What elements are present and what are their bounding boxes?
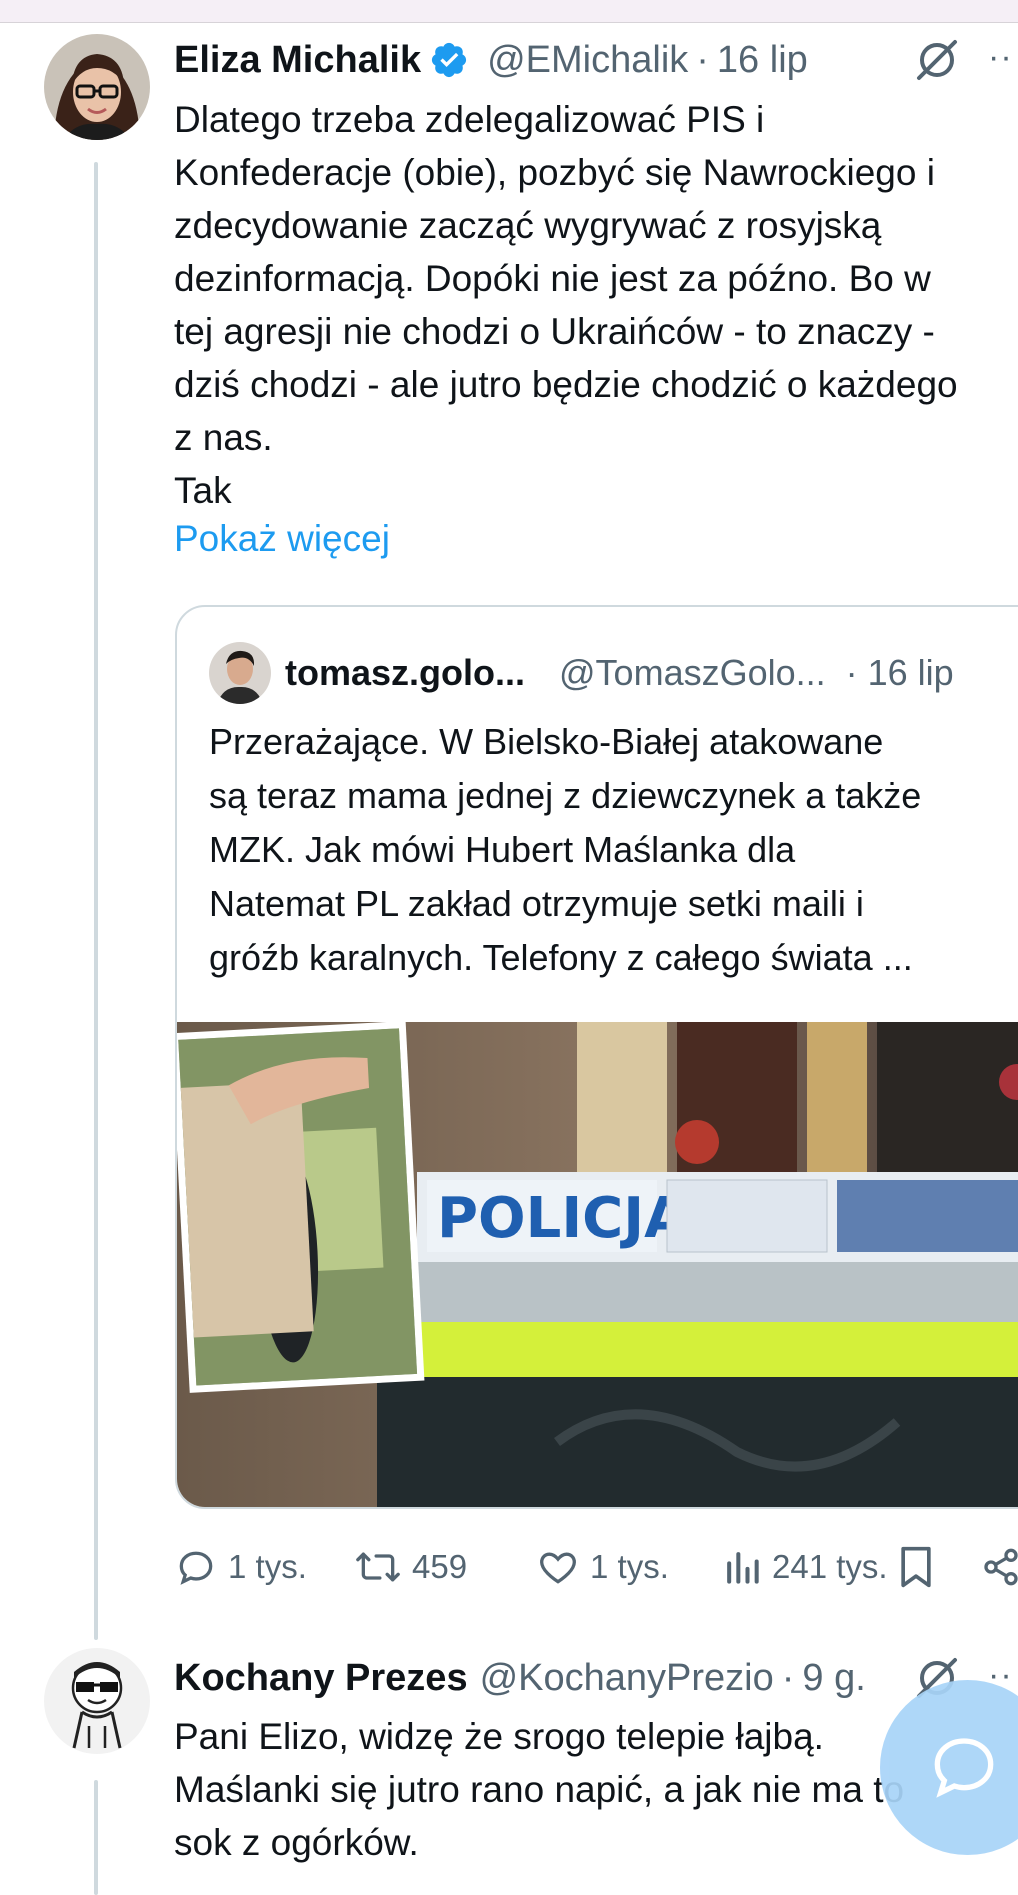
top-divider — [0, 0, 1018, 23]
reply-icon — [179, 1551, 213, 1585]
retweet-button[interactable]: 459 — [354, 1535, 467, 1599]
quoted-tweet-header: tomasz.golo... @TomaszGolo... · 16 lip — [209, 639, 954, 707]
like-count: 1 tys. — [590, 1548, 669, 1585]
tweet-text: Dlatego trzeba zdelegalizować PIS i Konf… — [174, 99, 958, 511]
reply-tweet-header: Kochany Prezes @KochanyPrezio · 9 g. — [174, 1648, 866, 1708]
grok-icon[interactable] — [913, 36, 961, 84]
thread-connector-line — [94, 162, 98, 1640]
thread-connector-line-lower — [94, 1780, 98, 1895]
tweet-timestamp[interactable]: 16 lip — [717, 39, 808, 82]
like-button[interactable]: 1 tys. — [536, 1535, 669, 1599]
verified-badge-icon — [432, 42, 467, 78]
more-options-icon[interactable]: ·· — [988, 38, 1013, 77]
tweet-actions-bar: 1 tys. 459 1 tys. 241 tys. — [174, 1535, 1018, 1599]
reply-count: 1 tys. — [228, 1548, 307, 1585]
show-more-link[interactable]: Pokaż więcej — [174, 518, 390, 560]
reply-author-name[interactable]: Kochany Prezes — [174, 1657, 468, 1700]
reply-timestamp[interactable]: 9 g. — [802, 1657, 865, 1700]
quoted-author-avatar[interactable] — [209, 642, 271, 704]
views-button[interactable]: 241 tys. — [722, 1535, 888, 1599]
chat-bubble-icon — [934, 1738, 994, 1798]
quoted-author-name[interactable]: tomasz.golo... — [285, 652, 525, 694]
tweet-header: Eliza Michalik @EMichalik · 16 lip — [174, 30, 808, 90]
author-handle[interactable]: @EMichalik — [487, 39, 688, 82]
heart-icon — [540, 1552, 576, 1584]
quoted-tweet-text: Przerażające. W Bielsko-Białej atakowane… — [209, 721, 922, 978]
author-name[interactable]: Eliza Michalik — [174, 39, 421, 82]
police-sign-text: POLICJA — [437, 1186, 688, 1251]
views-count: 241 tys. — [772, 1548, 888, 1585]
quoted-tweet-card[interactable]: tomasz.golo... @TomaszGolo... · 16 lip P… — [175, 605, 1018, 1509]
bookmark-icon[interactable] — [896, 1545, 936, 1589]
quoted-author-handle[interactable]: @TomaszGolo... — [559, 652, 826, 694]
share-icon[interactable] — [984, 1547, 1018, 1587]
quoted-tweet-image[interactable]: POLICJA — [177, 1022, 1018, 1507]
reply-button[interactable]: 1 tys. — [174, 1535, 307, 1599]
avatar-kochany-prezes[interactable] — [44, 1648, 150, 1754]
retweet-icon — [356, 1552, 400, 1582]
separator-dot: · — [696, 38, 709, 81]
retweet-count: 459 — [412, 1548, 468, 1585]
quoted-tweet-timestamp[interactable]: · 16 lip — [846, 652, 954, 694]
reply-author-handle[interactable]: @KochanyPrezio — [480, 1657, 774, 1700]
avatar-eliza-michalik[interactable] — [44, 34, 150, 140]
views-icon — [727, 1552, 759, 1584]
separator-dot: · — [781, 1656, 795, 1699]
